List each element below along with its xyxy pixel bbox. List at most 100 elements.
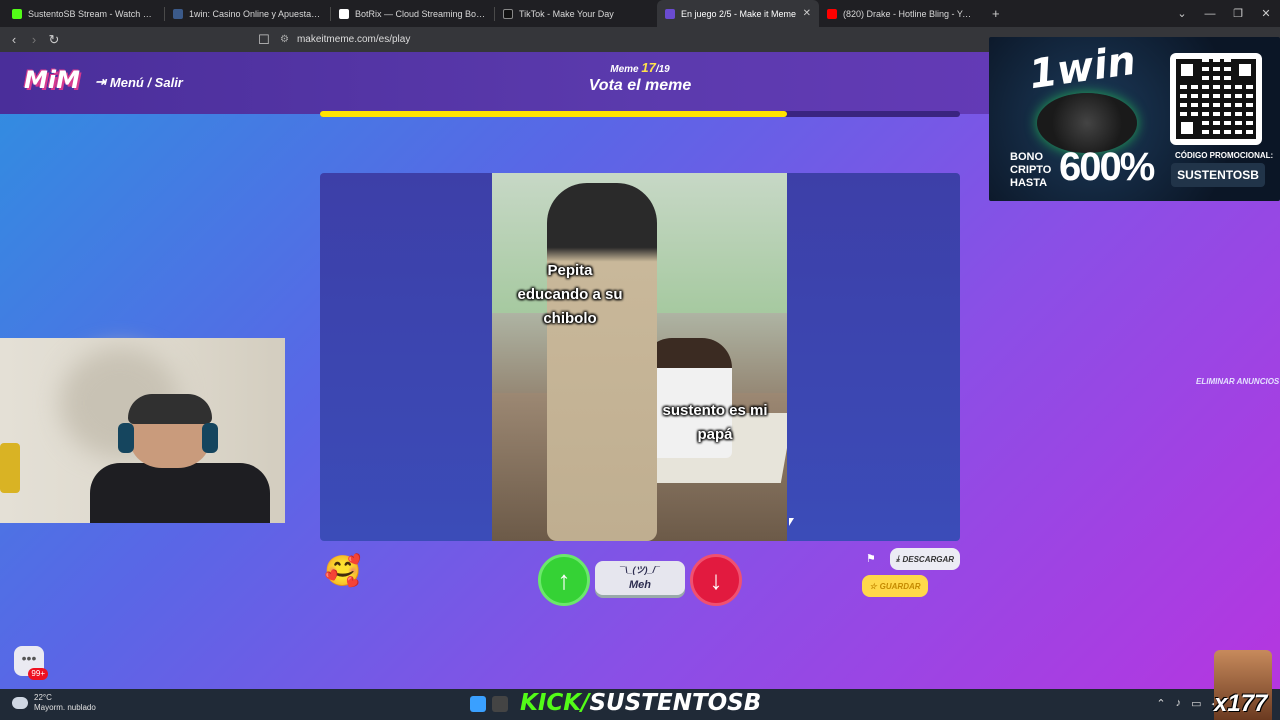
streamer-hair [128, 394, 212, 424]
tab-title: TikTok - Make Your Day [519, 8, 614, 19]
reload-icon[interactable]: ↻ [44, 32, 64, 48]
vote-up-button[interactable]: ↑ [538, 554, 590, 606]
streamer-body [90, 463, 270, 523]
bono-percent: 600% [1059, 145, 1155, 189]
yellow-object [0, 443, 20, 493]
qr-corner [1176, 59, 1198, 81]
mim-logo[interactable]: MiM [24, 66, 80, 94]
multiplier-badge: x177 [1214, 690, 1268, 717]
webcam-overlay [0, 338, 285, 523]
star-icon: ☆ [869, 581, 877, 591]
close-window-icon[interactable]: ✕ [1252, 7, 1280, 20]
remove-ads-link[interactable]: ELIMINAR ANUNCIOS [1196, 377, 1279, 386]
browser-tab[interactable]: TikTok - Make Your Day [495, 0, 657, 27]
report-flag-icon[interactable]: ⚑ [866, 552, 876, 565]
meh-face: ¯\_(ツ)_/¯ [620, 565, 660, 575]
qr-code [1170, 53, 1262, 145]
meme-counter-total: /19 [655, 64, 670, 75]
tab-title: SustentoSB Stream - Watch Live [28, 8, 156, 19]
qr-corner [1234, 59, 1256, 81]
meme-counter: Meme 17/19 [540, 60, 740, 75]
windows-start-icon[interactable] [470, 696, 486, 712]
vote-down-button[interactable]: ↓ [690, 554, 742, 606]
minimize-icon[interactable]: — [1196, 8, 1224, 20]
1win-ad-overlay: 1win BONO CRIPTO HASTA 600% CÓDIGO PROMO… [989, 37, 1280, 201]
menu-exit-label: Menú / Salir [109, 74, 183, 90]
kick-favicon-icon [12, 8, 22, 19]
round-title: Meme 17/19 Vota el meme [540, 60, 740, 95]
search-icon[interactable] [492, 696, 508, 712]
cloud-icon [12, 697, 28, 709]
network-icon[interactable]: ▭ [1191, 697, 1201, 710]
menu-exit-button[interactable]: ⇥ Menú / Salir [95, 74, 183, 90]
1win-favicon-icon [173, 8, 183, 19]
tab-title: 1win: Casino Online y Apuestas Depo [189, 8, 322, 19]
botrix-favicon-icon [339, 8, 349, 19]
windows-taskbar: 22°C Mayorm. nublado KICK/SUSTENTOSB ⌃ ♪… [0, 689, 1280, 720]
browser-tabbar: SustentoSB Stream - Watch Live 1win: Cas… [0, 0, 1280, 27]
kick-channel-name: SUSTENTOSB [589, 690, 762, 716]
tab-title: En juego 2/5 - Make it Meme [681, 8, 797, 19]
site-info-icon[interactable]: ⚙ [280, 34, 289, 45]
headphone-right [202, 423, 218, 453]
save-button[interactable]: ☆ GUARDAR [862, 575, 928, 597]
save-label: GUARDAR [879, 581, 921, 591]
back-icon[interactable]: ‹ [4, 32, 24, 47]
timer-progress-fill [320, 111, 788, 117]
headphone-left [118, 423, 134, 453]
forward-icon[interactable]: › [24, 32, 44, 47]
browser-tab[interactable]: 1win: Casino Online y Apuestas Depo [165, 0, 330, 27]
meme-caption-bottom: sustento es mi papá [662, 402, 768, 443]
meme-counter-label: Meme [610, 64, 639, 75]
page-title: Vota el meme [588, 77, 692, 94]
meme-card: Pepita educando a su chibolo sustento es… [320, 173, 960, 541]
tiktok-favicon-icon [503, 8, 513, 19]
arrow-down-icon: ↓ [709, 564, 723, 595]
tab-title: (820) Drake - Hotline Bling - YouT [843, 8, 976, 19]
meme-caption-top: Pepita educando a su chibolo [517, 262, 623, 327]
meme-image: Pepita educando a su chibolo sustento es… [492, 173, 787, 541]
chat-icon: ••• [21, 650, 37, 666]
chevron-down-icon[interactable]: ⌄ [1168, 7, 1196, 20]
timer-progress-bar [320, 111, 960, 117]
chat-button[interactable]: ••• 99+ [14, 646, 48, 680]
url-field[interactable]: ⚙ makeitmeme.com/es/play [280, 30, 1000, 49]
promo-code: SUSTENTOSB [1171, 163, 1265, 187]
meme-counter-current: 17 [641, 60, 656, 75]
youtube-favicon-icon [827, 8, 837, 19]
download-button[interactable]: ⤓ DESCARGAR [890, 548, 960, 570]
coin-graphic [1037, 93, 1137, 153]
exit-icon: ⇥ [95, 74, 106, 89]
kick-brand: KICK/ [520, 690, 590, 716]
mic-icon[interactable]: ♪ [1176, 697, 1182, 710]
vote-meh-button[interactable]: ¯\_(ツ)_/¯ Meh [595, 561, 685, 595]
browser-tab[interactable]: BotRix — Cloud Streaming Bot for Tw [331, 0, 494, 27]
chevron-up-icon[interactable]: ⌃ [1156, 697, 1165, 710]
weather-temp: 22°C [34, 693, 52, 702]
qr-corner [1176, 117, 1198, 139]
close-tab-icon[interactable]: ✕ [797, 8, 811, 19]
mim-favicon-icon [665, 8, 675, 19]
promo-code-label: CÓDIGO PROMOCIONAL: [1175, 151, 1274, 160]
teacher-figure [547, 183, 657, 541]
window-controls: ⌄ — ❐ ✕ [1168, 0, 1280, 27]
mouse-cursor-icon [789, 518, 794, 526]
qr-pattern [1176, 59, 1256, 139]
download-label: DESCARGAR [902, 554, 955, 564]
download-icon: ⤓ [895, 554, 900, 563]
browser-tab-active[interactable]: En juego 2/5 - Make it Meme ✕ [657, 0, 819, 27]
bookmark-icon[interactable]: ☐ [254, 32, 274, 48]
browser-tab[interactable]: SustentoSB Stream - Watch Live [4, 0, 164, 27]
meh-label: Meh [629, 579, 651, 591]
maximize-icon[interactable]: ❐ [1224, 7, 1252, 20]
weather-widget[interactable]: 22°C Mayorm. nublado [12, 693, 96, 713]
arrow-up-icon: ↑ [557, 564, 571, 595]
new-tab-icon[interactable]: + [992, 6, 1000, 21]
taskbar-apps [470, 696, 508, 712]
reaction-emoji-button[interactable]: 🥰 [324, 554, 361, 590]
chat-badge: 99+ [28, 668, 48, 680]
browser-tab[interactable]: (820) Drake - Hotline Bling - YouT [819, 0, 984, 27]
system-tray: ⌃ ♪ ▭ ◀ [1156, 697, 1220, 710]
weather-desc: Mayorm. nublado [34, 703, 96, 712]
1win-logo: 1win [1026, 37, 1139, 99]
